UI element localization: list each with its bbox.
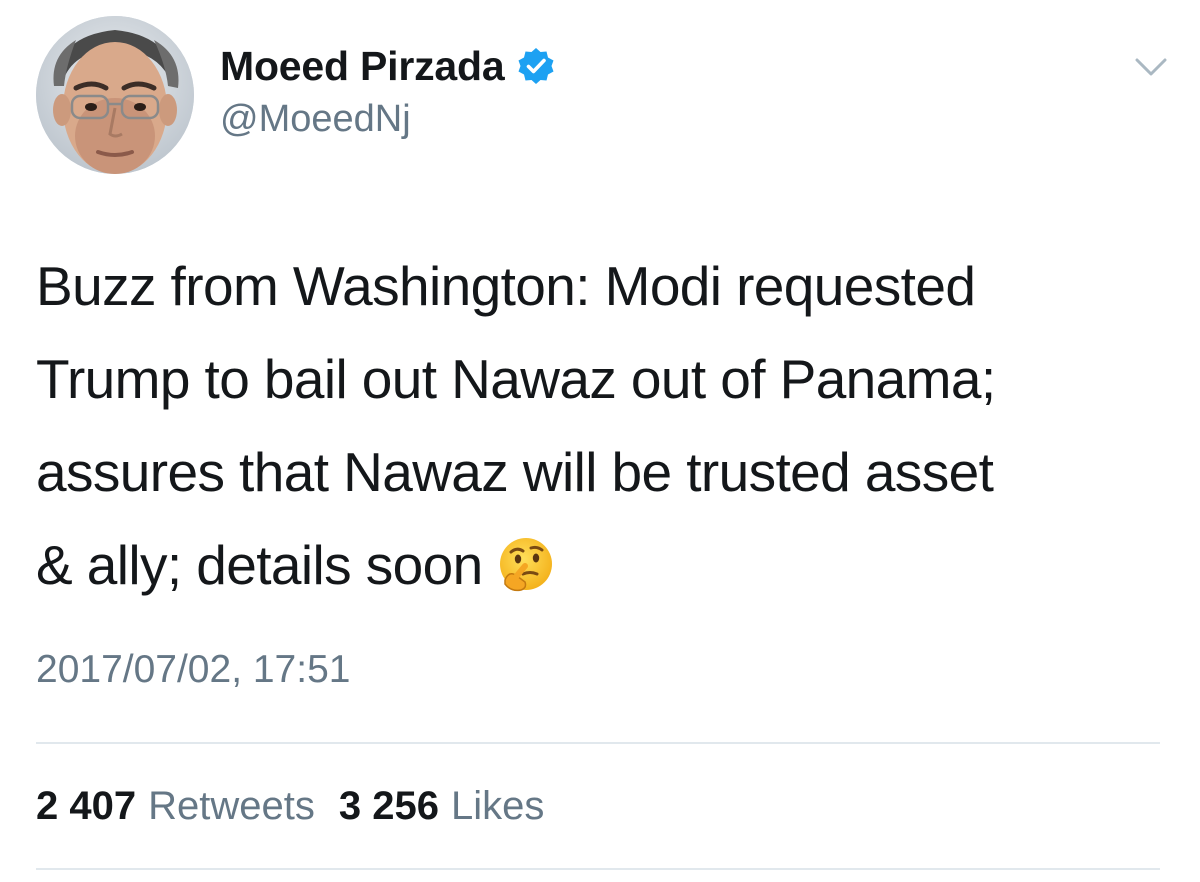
author-name-row: Moeed Pirzada — [220, 40, 556, 92]
author-handle[interactable]: @MoeedNj — [220, 98, 411, 141]
avatar-image — [36, 16, 194, 174]
tweet-text-line: Buzz from Washington: Modi requested — [36, 255, 976, 317]
divider — [36, 742, 1160, 744]
author-display-name[interactable]: Moeed Pirzada — [220, 43, 505, 90]
thinking-face-icon — [497, 529, 555, 592]
tweet-text-line: assures that Nawaz will be trusted asset — [36, 441, 994, 503]
likes-count: 3 256 — [338, 784, 439, 828]
retweets-label: Retweets — [148, 784, 315, 828]
verified-badge-icon — [516, 46, 556, 86]
likes-stat[interactable]: 3 256 Likes — [339, 784, 545, 829]
chevron-down-icon[interactable] — [1133, 52, 1169, 82]
avatar[interactable] — [36, 16, 194, 174]
divider — [36, 868, 1160, 870]
tweet-text: Buzz from Washington: Modi requested Tru… — [36, 240, 1176, 612]
retweets-stat[interactable]: 2 407 Retweets — [36, 784, 315, 829]
tweet-timestamp[interactable]: 2017/07/02, 17:51 — [36, 648, 350, 692]
likes-label: Likes — [450, 784, 545, 828]
tweet-text-line-last: & ally; details soon — [36, 519, 1176, 612]
tweet-text-line: & ally; details soon — [36, 534, 483, 596]
tweet-stats: 2 407 Retweets 3 256 Likes — [36, 784, 544, 829]
retweets-count: 2 407 — [36, 784, 137, 828]
tweet-card: Moeed Pirzada @MoeedNj Buzz from Washing… — [0, 0, 1200, 882]
tweet-text-line: Trump to bail out Nawaz out of Panama; — [36, 348, 996, 410]
